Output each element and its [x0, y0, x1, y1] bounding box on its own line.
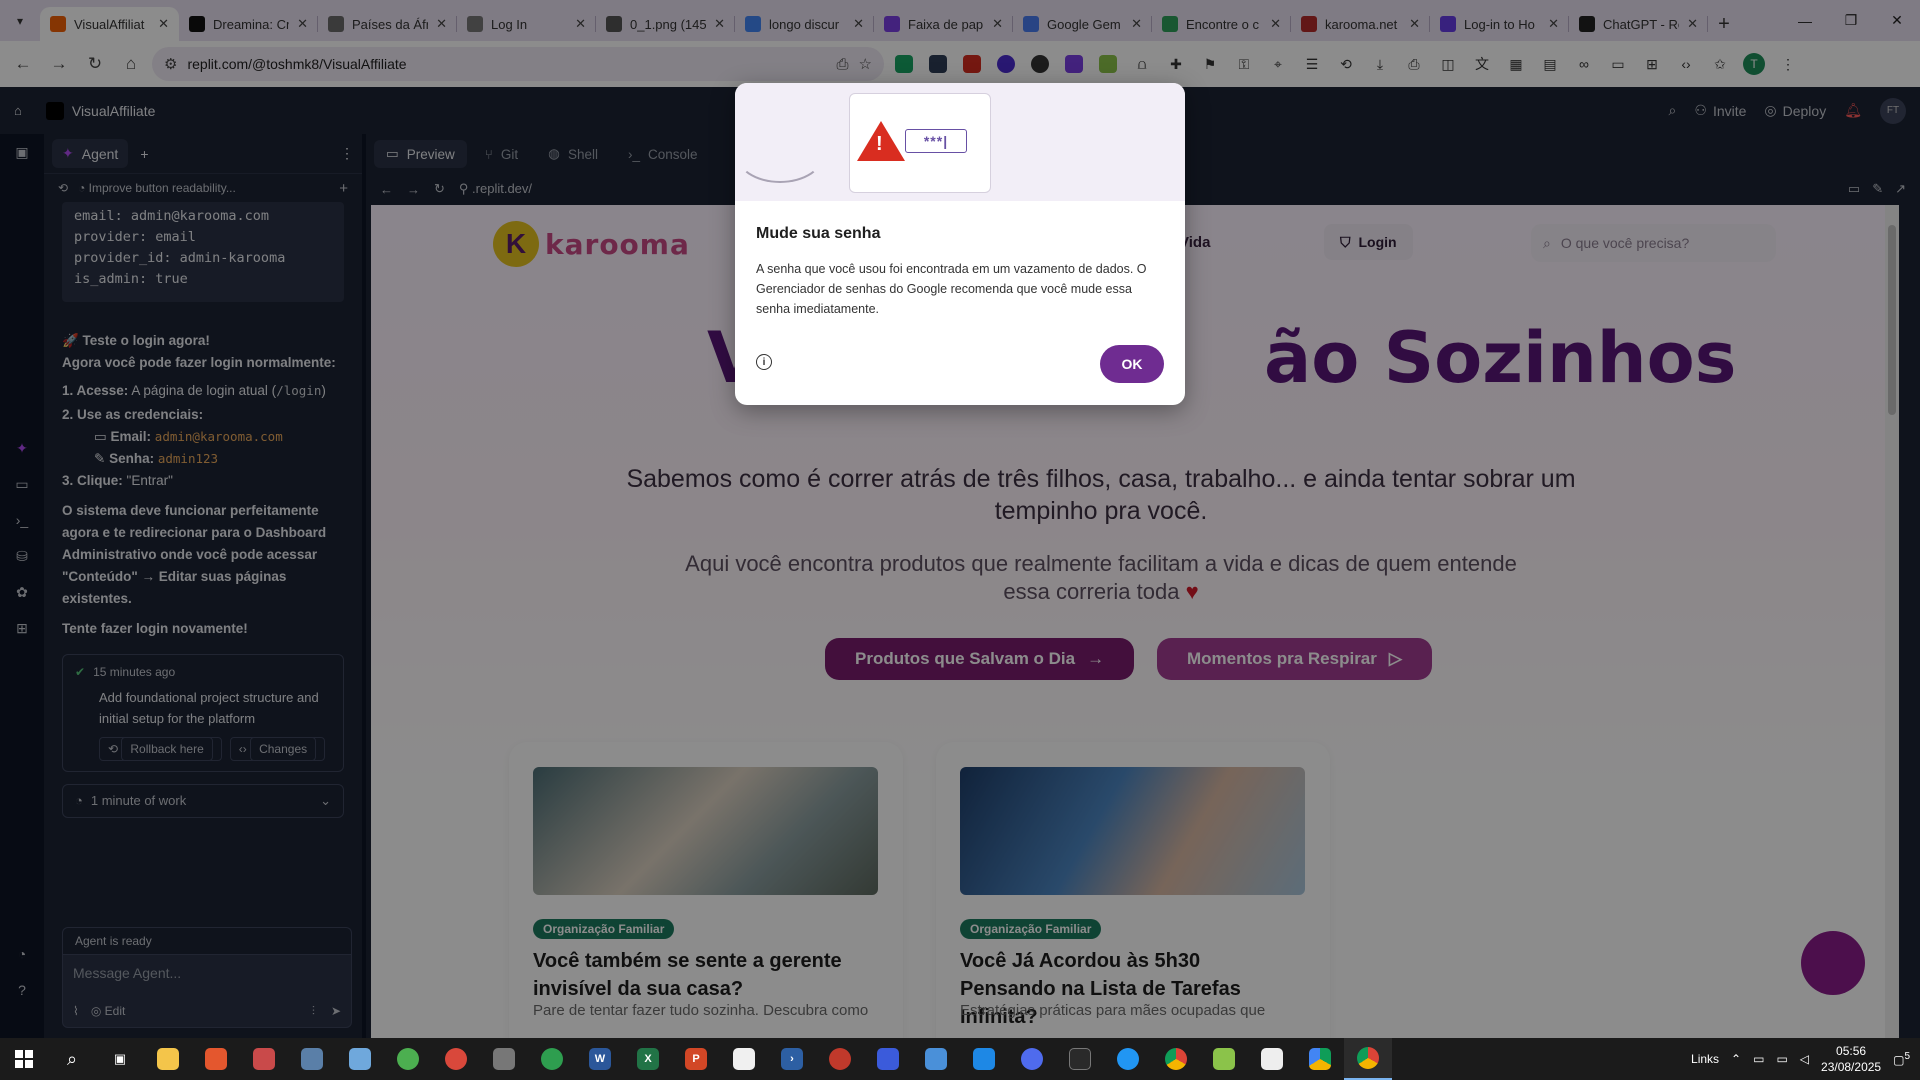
clock[interactable]: 05:56 23/08/2025: [1821, 1043, 1881, 1075]
links-toolbar[interactable]: Links: [1691, 1052, 1719, 1066]
app-icon[interactable]: [1008, 1038, 1056, 1080]
search-icon[interactable]: ⌕: [48, 1038, 96, 1080]
dialog-message: A senha que você usou foi encontrada em …: [756, 262, 1147, 316]
app-icon[interactable]: [816, 1038, 864, 1080]
ok-button[interactable]: OK: [1100, 345, 1164, 383]
powershell-icon[interactable]: ›: [768, 1038, 816, 1080]
chrome-active-icon[interactable]: [1344, 1038, 1392, 1080]
google-drive-icon[interactable]: [1296, 1038, 1344, 1080]
battery-icon[interactable]: ▭: [1753, 1052, 1764, 1066]
volume-icon[interactable]: ◁: [1800, 1052, 1809, 1066]
system-tray: Links ⌃ ▭ ▭ ◁ 05:56 23/08/2025 ▢5: [1691, 1043, 1920, 1075]
windows-start-button[interactable]: [0, 1038, 48, 1080]
powerpoint-icon[interactable]: P: [672, 1038, 720, 1080]
app-icon[interactable]: [912, 1038, 960, 1080]
windows-taskbar: ⌕ ▣ W X P › Links ⌃ ▭ ▭ ◁ 05:56 23/08/20…: [0, 1038, 1920, 1080]
app-icon[interactable]: [192, 1038, 240, 1080]
app-icon[interactable]: [864, 1038, 912, 1080]
decorative-curve: [999, 83, 1089, 163]
app-icon[interactable]: [1104, 1038, 1152, 1080]
exclamation-icon: !: [876, 133, 883, 155]
notifications-icon[interactable]: ▢5: [1893, 1051, 1910, 1067]
notepad-icon[interactable]: [720, 1038, 768, 1080]
password-field-illustration: ***|: [905, 129, 967, 153]
app-icon[interactable]: [1248, 1038, 1296, 1080]
file-explorer-icon[interactable]: [144, 1038, 192, 1080]
app-icon[interactable]: [336, 1038, 384, 1080]
chrome-icon[interactable]: [1152, 1038, 1200, 1080]
app-icon[interactable]: [432, 1038, 480, 1080]
word-icon[interactable]: W: [576, 1038, 624, 1080]
decorative-curve: [735, 123, 825, 183]
dialog-illustration: ***| !: [735, 83, 1185, 201]
excel-icon[interactable]: X: [624, 1038, 672, 1080]
info-icon[interactable]: i: [756, 354, 772, 370]
calculator-icon[interactable]: [288, 1038, 336, 1080]
app-icon[interactable]: [384, 1038, 432, 1080]
app-icon[interactable]: [240, 1038, 288, 1080]
app-icon[interactable]: [480, 1038, 528, 1080]
network-icon[interactable]: ▭: [1776, 1052, 1787, 1066]
change-password-dialog: ***| ! Mude sua senha A senha que você u…: [735, 83, 1185, 405]
chevron-up-icon[interactable]: ⌃: [1731, 1052, 1741, 1066]
app-icon[interactable]: [960, 1038, 1008, 1080]
app-icon[interactable]: [1200, 1038, 1248, 1080]
terminal-icon[interactable]: [1056, 1038, 1104, 1080]
task-view-icon[interactable]: ▣: [96, 1038, 144, 1080]
dialog-title: Mude sua senha: [756, 225, 881, 242]
app-icon[interactable]: [528, 1038, 576, 1080]
